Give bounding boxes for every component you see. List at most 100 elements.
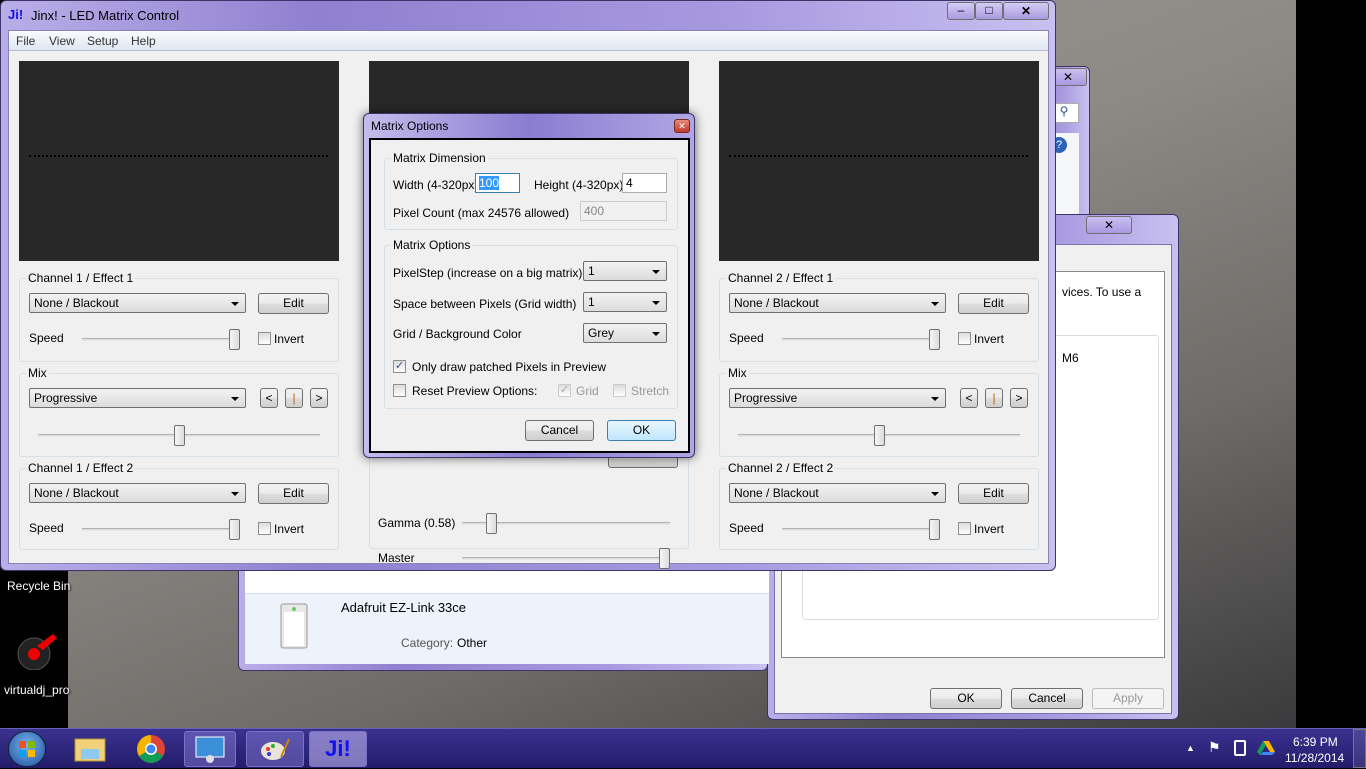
description-text: vices. To use a [1062,285,1142,299]
menu-view[interactable]: View [49,34,75,48]
space-combo[interactable]: 1 [583,292,667,312]
clock-date[interactable]: 11/28/2014 [1285,751,1344,765]
chevron-down-icon [231,302,239,306]
cancel-button[interactable]: Cancel [1011,688,1083,709]
folder-icon [74,738,106,762]
start-button[interactable] [8,731,46,767]
effect1-speed-slider[interactable] [782,329,940,350]
slider-thumb[interactable] [229,519,240,540]
chevron-down-icon [652,332,660,336]
chevron-down-icon [652,270,660,274]
invert-checkbox[interactable] [258,332,271,345]
width-input[interactable]: 100 [475,173,520,193]
close-button[interactable]: ✕ [1086,216,1132,234]
google-drive-icon[interactable] [1257,740,1275,756]
gamma-slider[interactable] [462,513,670,534]
master-slider[interactable] [462,548,670,569]
jinx-icon: Ji! [325,736,351,761]
menu-file[interactable]: File [16,34,35,48]
mix-slider[interactable] [738,425,1020,446]
devices-pane: Adafruit EZ-Link 33ce Category: Other [245,567,769,664]
height-input[interactable]: 4 [622,173,667,193]
space-label: Space between Pixels (Grid width) [393,297,577,311]
mix-value: Progressive [34,391,98,405]
slider-thumb[interactable] [929,519,940,540]
mix-next-button[interactable]: > [1010,388,1028,408]
invert-checkbox[interactable] [958,332,971,345]
effect2-edit-button[interactable]: Edit [258,483,329,504]
slider-thumb[interactable] [873,425,885,446]
mix-reset-button[interactable]: | [985,388,1003,408]
mix-title: Mix [26,366,49,380]
taskbar-explorer[interactable] [64,731,116,767]
desktop-icon-virtualdj[interactable]: virtualdj_pro [0,625,70,700]
show-desktop-button[interactable] [1353,729,1366,768]
preview-channel-1 [19,61,339,261]
master-slider-thumb[interactable] [659,548,670,569]
device-name: Adafruit EZ-Link 33ce [341,600,467,615]
reset-preview-checkbox[interactable] [393,384,406,397]
effect1-combo[interactable]: None / Blackout [729,293,946,313]
taskbar-chrome[interactable] [125,731,177,767]
jinx-logo-icon: Ji! [8,7,24,22]
mix-prev-button[interactable]: < [260,388,278,408]
color-value: Grey [588,326,615,340]
color-combo[interactable]: Grey [583,323,667,343]
effect2-speed-slider[interactable] [782,519,940,540]
effect2-edit-button[interactable]: Edit [958,483,1029,504]
close-button[interactable]: ✕ [1003,2,1049,20]
show-hidden-icons-icon[interactable]: ▲ [1186,743,1195,753]
effect1-combo[interactable]: None / Blackout [29,293,246,313]
maximize-button[interactable]: □ [975,2,1003,20]
windows-logo-icon [19,741,35,757]
matrix-dimension-title: Matrix Dimension [391,151,488,165]
gamma-slider-thumb[interactable] [485,513,497,534]
effect2-speed-slider[interactable] [82,519,240,540]
effect1-edit-button[interactable]: Edit [958,293,1029,314]
close-button[interactable]: ✕ [674,119,690,133]
slider-thumb[interactable] [229,329,240,350]
taskbar-paint[interactable] [246,731,304,767]
ok-button[interactable]: OK [607,420,676,441]
mix-reset-button[interactable]: | [285,388,303,408]
effect2-combo[interactable]: None / Blackout [29,483,246,503]
clock-time[interactable]: 6:39 PM [1293,735,1338,749]
action-center-flag-icon[interactable]: ⚑ [1208,739,1221,756]
effect1-group: Channel 2 / Effect 1 None / Blackout Edi… [719,271,1039,362]
taskbar-jinx[interactable]: Ji! [309,731,367,767]
invert-label: Invert [974,332,1005,346]
invert-checkbox[interactable] [958,522,971,535]
gamma-label: Gamma (0.58) [378,516,456,530]
window-title: Jinx! - LED Matrix Control [31,8,180,23]
effect2-group: Channel 2 / Effect 2 None / Blackout Edi… [719,461,1039,550]
ok-button[interactable]: OK [930,688,1002,709]
pixelstep-combo[interactable]: 1 [583,261,667,281]
stretch-checkbox[interactable] [613,384,626,397]
device-icon [280,603,308,649]
recycle-bin-label: Recycle Bin [7,579,71,593]
mix-combo[interactable]: Progressive [729,388,946,408]
slider-thumb[interactable] [173,425,185,446]
mix-combo[interactable]: Progressive [29,388,246,408]
grid-checkbox[interactable]: ✓ [558,384,571,397]
only-patched-checkbox[interactable]: ✓ [393,360,406,373]
invert-checkbox[interactable] [258,522,271,535]
menu-bar: File View Setup Help [9,31,1048,51]
menu-setup[interactable]: Setup [87,34,118,48]
taskbar-control-panel[interactable] [184,731,236,767]
minimize-button[interactable]: – [947,2,975,20]
device-item[interactable]: Adafruit EZ-Link 33ce Category: Other [245,593,769,664]
effect1-edit-button[interactable]: Edit [258,293,329,314]
power-plug-icon[interactable] [1234,740,1246,756]
slider-thumb[interactable] [929,329,940,350]
apply-button[interactable]: Apply [1092,688,1164,709]
menu-help[interactable]: Help [131,34,156,48]
effect1-speed-slider[interactable] [82,329,240,350]
mix-slider[interactable] [38,425,320,446]
effect2-combo[interactable]: None / Blackout [729,483,946,503]
mix-prev-button[interactable]: < [960,388,978,408]
mix-next-button[interactable]: > [310,388,328,408]
mix-group: Mix Progressive < | > [719,366,1039,457]
control-panel-icon [195,736,225,763]
cancel-button[interactable]: Cancel [525,420,594,441]
